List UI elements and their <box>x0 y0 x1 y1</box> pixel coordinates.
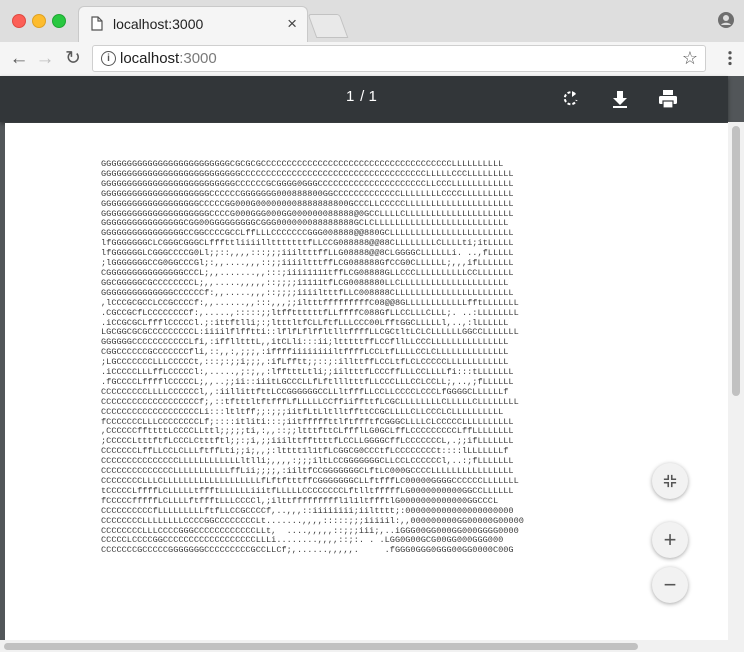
vertical-scrollbar[interactable] <box>728 122 744 652</box>
bookmark-star-icon[interactable]: ☆ <box>682 48 698 69</box>
forward-arrow-icon[interactable]: → <box>34 48 56 70</box>
window-minimize-button[interactable] <box>32 14 46 28</box>
address-bar[interactable]: i localhost:3000 ☆ <box>92 45 706 72</box>
new-tab-button[interactable] <box>307 14 349 38</box>
pdf-toolbar: 1 / 1 <box>0 76 728 122</box>
horizontal-scrollbar[interactable] <box>0 640 728 652</box>
url-port: :3000 <box>179 50 217 67</box>
print-icon[interactable] <box>657 88 679 110</box>
download-icon[interactable] <box>609 88 631 110</box>
profile-icon[interactable] <box>718 12 734 28</box>
url-host: localhost <box>120 50 180 67</box>
rotate-icon[interactable] <box>560 88 582 110</box>
page-total: 1 <box>368 88 377 105</box>
info-icon[interactable]: i <box>101 51 116 66</box>
page-icon <box>91 16 103 31</box>
vertical-scrollbar-thumb[interactable] <box>732 126 740 396</box>
window-maximize-button[interactable] <box>52 14 66 28</box>
window-close-button[interactable] <box>12 14 26 28</box>
browser-tab-bar: localhost:3000 × <box>0 0 744 43</box>
pdf-viewer: 1 / 1 GGGGGGGGGGGGGGGGGGGGGGGGGCGCGCGCCC… <box>0 76 744 652</box>
reload-icon[interactable]: ↻ <box>62 48 84 70</box>
close-tab-icon[interactable]: × <box>287 14 297 34</box>
menu-icon[interactable] <box>728 50 732 68</box>
tab-title: localhost:3000 <box>113 16 204 32</box>
fit-to-page-icon <box>663 474 677 488</box>
page-current[interactable]: 1 <box>346 88 356 105</box>
browser-tab[interactable]: localhost:3000 × <box>78 6 308 43</box>
zoom-in-icon: + <box>663 527 677 552</box>
url-text: localhost:3000 <box>120 50 217 67</box>
browser-toolbar: ← → ↻ i localhost:3000 ☆ <box>0 42 744 77</box>
page-separator: / <box>360 88 365 105</box>
zoom-out-icon: − <box>663 572 677 597</box>
page-indicator: 1 / 1 <box>346 88 377 105</box>
ascii-art-text: GGGGGGGGGGGGGGGGGGGGGGGGGCGCGCGCCCCCCCCC… <box>101 159 524 556</box>
pdf-page: GGGGGGGGGGGGGGGGGGGGGGGGGCGCGCGCCCCCCCCC… <box>5 123 728 652</box>
back-arrow-icon[interactable]: ← <box>8 48 30 70</box>
fit-to-page-button[interactable] <box>652 463 688 499</box>
zoom-out-button[interactable]: − <box>652 567 688 603</box>
zoom-in-button[interactable]: + <box>652 522 688 558</box>
horizontal-scrollbar-thumb[interactable] <box>4 643 638 650</box>
